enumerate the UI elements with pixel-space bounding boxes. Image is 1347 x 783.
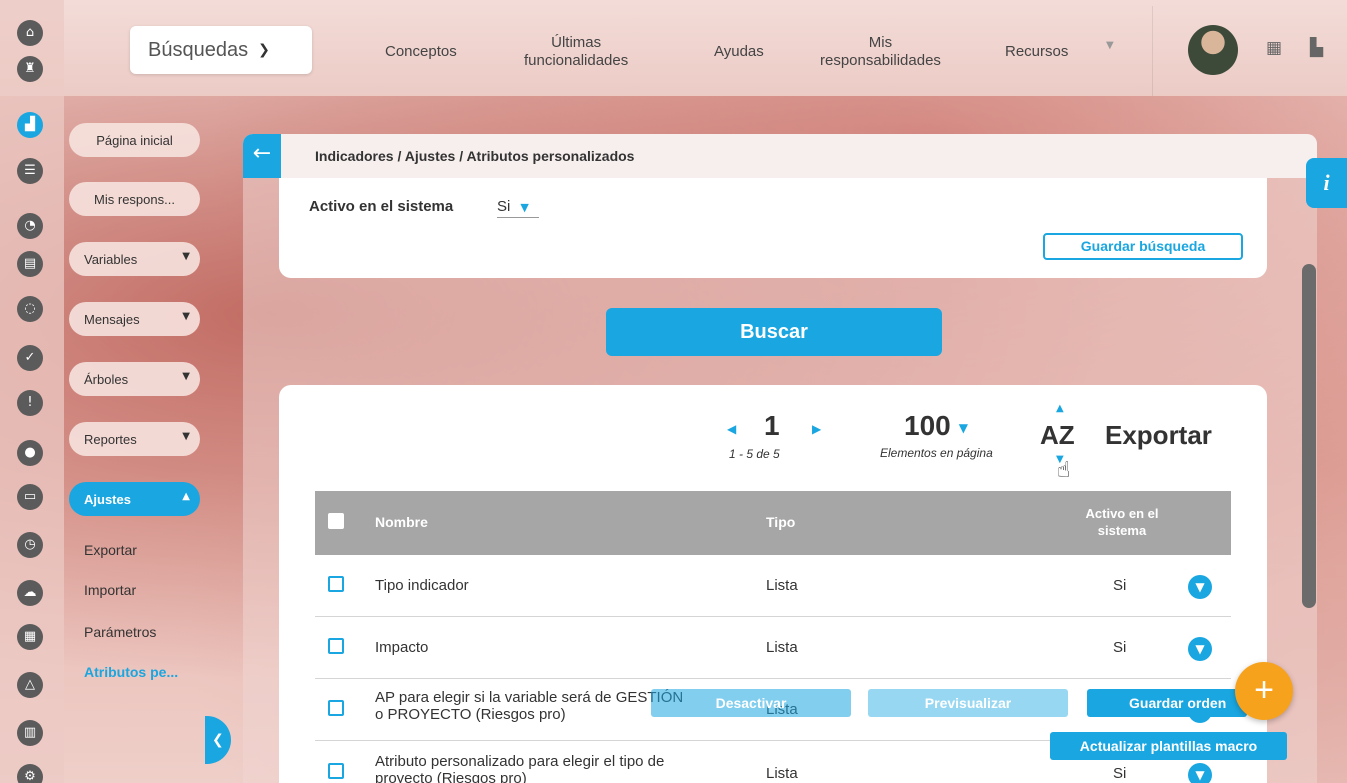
back-arrow-icon[interactable]: ← — [243, 134, 281, 178]
column-header-active[interactable]: Activo en el sistema — [1074, 505, 1170, 539]
nav-resources[interactable]: Recursos — [1005, 43, 1068, 61]
nodes-icon[interactable]: △ — [17, 672, 43, 698]
cloud-icon[interactable]: ☁ — [17, 580, 43, 606]
subnav-variables[interactable]: Variables ▼ — [69, 242, 200, 276]
cell-type: Lista — [766, 577, 798, 594]
prev-page-icon[interactable]: ◀ — [727, 422, 736, 436]
caret-down-icon: ▼ — [182, 311, 190, 322]
row-checkbox[interactable] — [328, 576, 344, 592]
save-order-button[interactable]: Guardar orden — [1087, 689, 1247, 717]
pointer-cursor-icon: ☝ — [1057, 458, 1071, 483]
save-search-button[interactable]: Guardar búsqueda — [1043, 233, 1243, 260]
update-templates-button[interactable]: Actualizar plantillas macro — [1050, 732, 1287, 760]
next-page-icon[interactable]: ▶ — [812, 422, 821, 436]
calendar-icon[interactable]: ▦ — [17, 624, 43, 650]
nav-help[interactable]: Ayudas — [714, 43, 764, 61]
cell-type: Lista — [766, 639, 798, 656]
sort-button[interactable]: AZ — [1040, 420, 1075, 451]
subnav-link-custom-attributes[interactable]: Atributos pe... — [84, 664, 178, 680]
subnav-link-import[interactable]: Importar — [84, 582, 136, 598]
nav-concepts[interactable]: Conceptos — [385, 43, 457, 61]
subnav-my-responsibilities[interactable]: Mis respons... — [69, 182, 200, 216]
caret-down-icon: ▼ — [958, 420, 968, 435]
info-icon[interactable]: i — [1306, 158, 1347, 208]
subnav-trees[interactable]: Árboles ▼ — [69, 362, 200, 396]
sort-up-icon[interactable]: ▲ — [1056, 403, 1064, 414]
cell-active: Si — [1113, 639, 1127, 656]
list-icon[interactable]: ▥ — [17, 720, 43, 746]
result-count: 1 - 5 de 5 — [729, 447, 780, 461]
cell-name: Impacto — [375, 639, 429, 656]
cell-type: Lista — [766, 765, 798, 782]
tower-icon[interactable]: ♜ — [17, 56, 43, 82]
active-filter-select[interactable]: Si ▼ — [497, 198, 539, 218]
column-header-name[interactable]: Nombre — [375, 514, 428, 530]
search-button[interactable]: Buscar — [606, 308, 942, 356]
nav-latest-features[interactable]: Últimas funcionalidades — [524, 34, 628, 70]
cell-name: Tipo indicador — [375, 577, 469, 594]
divider — [1152, 6, 1153, 96]
per-page-select[interactable]: 100 ▼ — [904, 410, 968, 442]
clock-icon[interactable]: ◷ — [17, 532, 43, 558]
chat-icon[interactable]: ● — [17, 440, 43, 466]
deactivate-button[interactable]: Desactivar — [651, 689, 851, 717]
row-checkbox[interactable] — [328, 700, 344, 716]
home-icon[interactable]: ⌂ — [17, 20, 43, 46]
nav-responsibilities[interactable]: Mis responsabilidades — [820, 34, 941, 70]
caret-down-icon: ▼ — [520, 201, 529, 214]
chevron-down-icon: ❯ — [258, 42, 270, 58]
add-icon[interactable]: + — [1235, 662, 1293, 720]
gear-icon[interactable]: ⚙ — [17, 764, 43, 783]
check-icon[interactable]: ✓ — [17, 345, 43, 371]
preview-button[interactable]: Previsualizar — [868, 689, 1068, 717]
map-icon[interactable]: ▙ — [1310, 38, 1323, 58]
per-page-label: Elementos en página — [880, 446, 993, 460]
avatar[interactable] — [1188, 25, 1238, 75]
cell-active: Si — [1113, 765, 1127, 782]
document-icon[interactable]: ▤ — [17, 251, 43, 277]
caret-down-icon: ▼ — [182, 431, 190, 442]
cycle-icon[interactable]: ◌ — [17, 296, 43, 322]
filter-card — [279, 178, 1267, 278]
cell-active: Si — [1113, 577, 1127, 594]
presentation-icon[interactable]: ▭ — [17, 484, 43, 510]
export-button[interactable]: Exportar — [1105, 420, 1212, 451]
table-row[interactable]: Impacto Lista Si ▼ — [315, 617, 1231, 679]
row-checkbox[interactable] — [328, 638, 344, 654]
subnav-link-parameters[interactable]: Parámetros — [84, 624, 156, 640]
chevron-down-icon[interactable]: ▼ — [1188, 575, 1212, 599]
cell-name: AP para elegir si la variable será de GE… — [375, 689, 684, 723]
subnav-reports[interactable]: Reportes ▼ — [69, 422, 200, 456]
cell-name: Atributo personalizado para elegir el ti… — [375, 753, 665, 783]
subnav-link-export[interactable]: Exportar — [84, 542, 137, 558]
subnav-home[interactable]: Página inicial — [69, 123, 200, 157]
chevron-down-icon[interactable]: ▼ — [1106, 40, 1114, 51]
caret-down-icon: ▼ — [182, 371, 190, 382]
indicators-icon[interactable]: ▟ — [17, 112, 43, 138]
searches-dropdown[interactable]: Búsquedas ❯ — [130, 26, 312, 74]
caret-up-icon: ▲ — [182, 491, 190, 502]
filter-label: Activo en el sistema — [309, 198, 454, 215]
select-all-checkbox[interactable] — [328, 513, 344, 529]
breadcrumb: Indicadores / Ajustes / Atributos person… — [315, 148, 635, 164]
scrollbar[interactable] — [1302, 264, 1316, 608]
subnav-messages[interactable]: Mensajes ▼ — [69, 302, 200, 336]
chevron-down-icon[interactable]: ▼ — [1188, 763, 1212, 783]
subnav-settings[interactable]: Ajustes ▲ — [69, 482, 200, 516]
table-row[interactable]: Tipo indicador Lista Si ▼ — [315, 555, 1231, 617]
column-header-type[interactable]: Tipo — [766, 514, 795, 530]
calendar-icon[interactable]: ▦ — [1266, 38, 1282, 58]
pie-chart-icon[interactable]: ◔ — [17, 213, 43, 239]
warning-icon[interactable]: ! — [17, 390, 43, 416]
caret-down-icon: ▼ — [182, 251, 190, 262]
page-number: 1 — [764, 410, 780, 441]
icon-rail: ⌂ ♜ ▟ ☰ ◔ ▤ ◌ ✓ ! ● ▭ ◷ ☁ ▦ △ ▥ ⚙ — [0, 0, 64, 783]
chevron-down-icon[interactable]: ▼ — [1188, 637, 1212, 661]
process-icon[interactable]: ☰ — [17, 158, 43, 184]
row-checkbox[interactable] — [328, 763, 344, 779]
searches-label: Búsquedas — [148, 38, 249, 61]
